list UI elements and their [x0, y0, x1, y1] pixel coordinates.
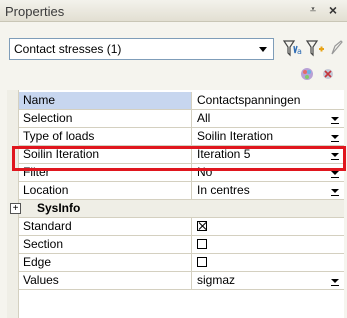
chevron-down-icon[interactable] [328, 165, 342, 180]
property-value: All [197, 111, 211, 125]
chevron-down-icon[interactable] [256, 41, 270, 57]
property-row-standard[interactable]: Standard [19, 218, 344, 236]
chevron-down-icon[interactable] [328, 111, 342, 126]
property-value-field[interactable]: Contactspanningen [193, 92, 344, 109]
chevron-down-icon[interactable] [328, 147, 342, 162]
property-row-edge[interactable]: Edge [19, 254, 344, 272]
property-label: Selection [19, 110, 192, 127]
category-sysinfo[interactable]: + SysInfo [10, 200, 344, 218]
panel-title-bar: Properties ⩡ × [0, 0, 347, 22]
chevron-down-icon[interactable] [328, 273, 342, 288]
close-icon[interactable]: × [325, 2, 341, 18]
result-selector-value: Contact stresses (1) [14, 42, 122, 56]
property-label: Values [19, 272, 192, 289]
property-row-soilin-iteration[interactable]: Soilin Iteration Iteration 5 [19, 146, 344, 164]
category-label: SysInfo [37, 201, 81, 215]
section-checkbox[interactable] [197, 239, 207, 249]
property-value: No [197, 165, 213, 179]
property-value-dropdown[interactable]: Iteration 5 [193, 146, 344, 163]
property-value-dropdown[interactable]: No [193, 164, 344, 181]
panel-title: Properties [5, 4, 65, 19]
property-row-filter[interactable]: Filter No [19, 164, 344, 182]
svg-text:a: a [297, 47, 302, 56]
pin-icon[interactable]: ⩡ [305, 3, 321, 18]
property-value-cell [193, 236, 344, 253]
property-value-dropdown[interactable]: In centres [193, 182, 344, 199]
property-label: Name [19, 92, 192, 109]
property-label: Standard [19, 218, 192, 235]
expand-icon[interactable]: + [10, 203, 21, 214]
color-palette-icon[interactable] [298, 66, 316, 82]
result-selector-dropdown[interactable]: Contact stresses (1) [9, 38, 274, 60]
property-value-dropdown[interactable]: All [193, 110, 344, 127]
property-row-type-of-loads[interactable]: Type of loads Soilin Iteration [19, 128, 344, 146]
property-label: Filter [19, 164, 192, 181]
property-value: sigmaz [197, 273, 236, 287]
property-label: Soilin Iteration [19, 146, 192, 163]
property-value-cell [193, 254, 344, 271]
property-row-name[interactable]: Name Contactspanningen [19, 92, 344, 110]
property-label: Location [19, 182, 192, 199]
chevron-down-icon[interactable] [328, 129, 342, 144]
clear-icon[interactable] [319, 66, 337, 82]
filter-add-icon[interactable] [305, 37, 327, 59]
chevron-down-icon[interactable] [328, 183, 342, 198]
property-row-section[interactable]: Section [19, 236, 344, 254]
property-grid: Name Contactspanningen Selection All Typ… [7, 90, 344, 318]
property-value: In centres [197, 183, 250, 197]
property-label: Type of loads [19, 128, 192, 145]
filter-values-icon[interactable]: a [282, 37, 304, 59]
pencil-icon[interactable] [327, 37, 347, 59]
property-value-dropdown[interactable]: sigmaz [193, 272, 344, 289]
property-label: Edge [19, 254, 192, 271]
standard-checkbox[interactable] [197, 221, 207, 231]
property-value: Soilin Iteration [197, 129, 274, 143]
property-label: Section [19, 236, 192, 253]
edge-checkbox[interactable] [197, 257, 207, 267]
property-row-values[interactable]: Values sigmaz [19, 272, 344, 290]
property-row-selection[interactable]: Selection All [19, 110, 344, 128]
property-value-cell [193, 218, 344, 235]
property-value-dropdown[interactable]: Soilin Iteration [193, 128, 344, 145]
property-value: Iteration 5 [197, 147, 251, 161]
property-row-location[interactable]: Location In centres [19, 182, 344, 200]
